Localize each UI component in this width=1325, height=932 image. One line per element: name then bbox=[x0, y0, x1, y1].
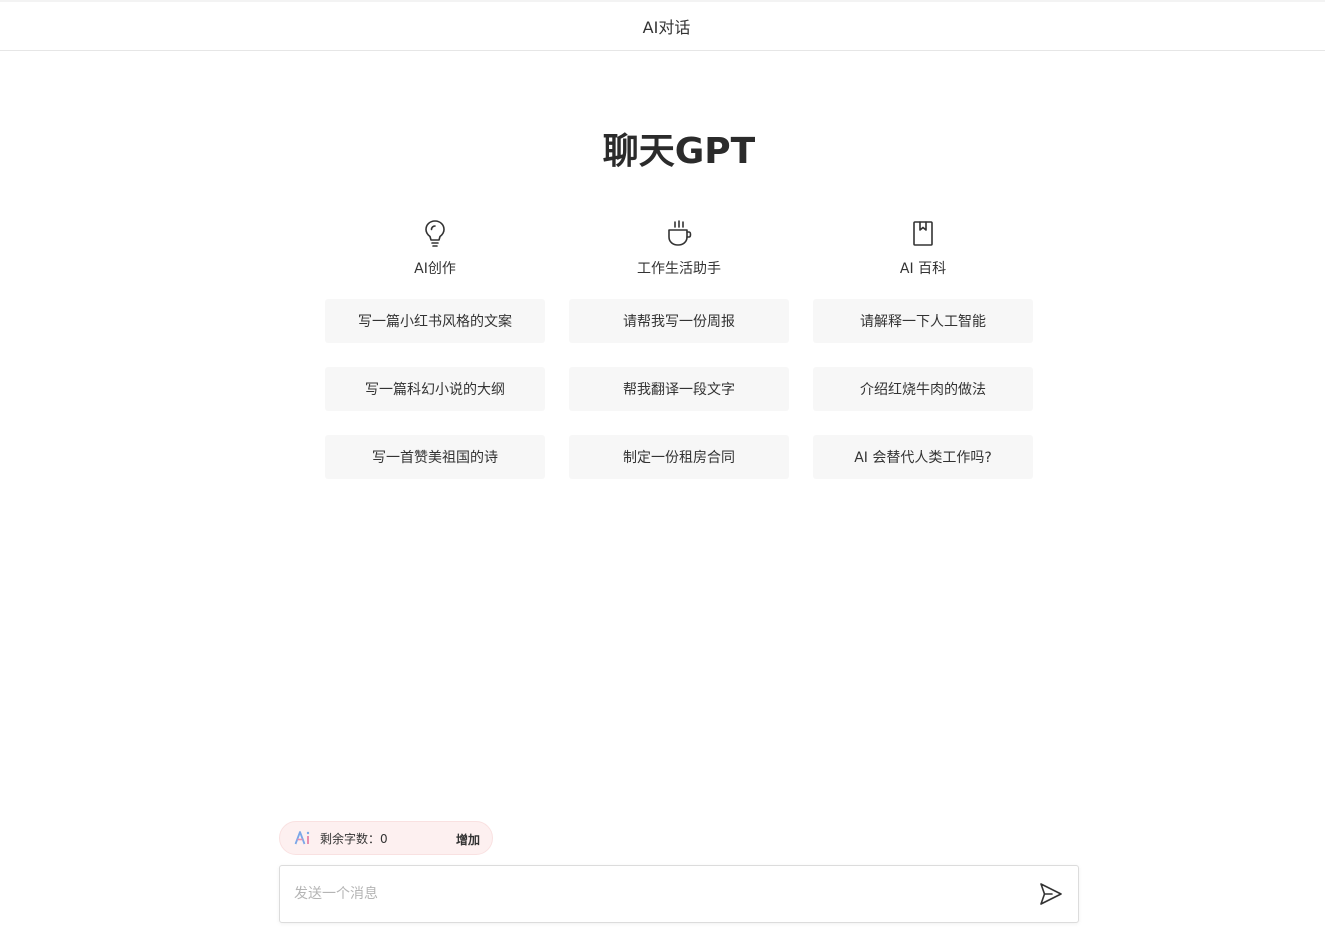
book-bookmark-icon bbox=[913, 221, 933, 246]
coffee-cup-icon bbox=[668, 220, 692, 246]
prompt-card[interactable]: 请帮我写一份周报 bbox=[569, 299, 789, 343]
ai-logo-icon bbox=[294, 831, 310, 845]
prompt-card[interactable]: 写一首赞美祖国的诗 bbox=[325, 435, 545, 479]
column-work-life-assistant: 工作生活助手 bbox=[569, 218, 789, 278]
prompt-card[interactable]: 写一篇科幻小说的大纲 bbox=[325, 367, 545, 411]
column-ai-encyclopedia: AI 百科 bbox=[813, 218, 1033, 278]
column-label: AI 百科 bbox=[899, 261, 947, 277]
add-quota-button[interactable]: 增加 bbox=[456, 831, 480, 848]
page-header-title: AI对话 bbox=[642, 18, 691, 37]
column-ai-creation: AI创作 bbox=[325, 218, 545, 278]
column-label: 工作生活助手 bbox=[637, 261, 721, 277]
message-composer bbox=[279, 865, 1079, 923]
word-quota-badge: 剩余字数：0 增加 bbox=[279, 821, 493, 855]
send-icon[interactable] bbox=[1038, 881, 1064, 907]
prompt-card[interactable]: 请解释一下人工智能 bbox=[813, 299, 1033, 343]
message-input[interactable] bbox=[294, 866, 1014, 922]
column-label: AI创作 bbox=[414, 261, 456, 277]
prompt-card[interactable]: 制定一份租房合同 bbox=[569, 435, 789, 479]
top-bar: AI对话 bbox=[0, 0, 1325, 51]
prompt-card[interactable]: AI 会替代人类工作吗? bbox=[813, 435, 1033, 479]
lightbulb-icon bbox=[425, 220, 445, 247]
prompt-card[interactable]: 帮我翻译一段文字 bbox=[569, 367, 789, 411]
word-quota-label: 剩余字数：0 bbox=[320, 831, 388, 846]
hero-title: 聊天GPT bbox=[602, 131, 756, 172]
prompt-card[interactable]: 写一篇小红书风格的文案 bbox=[325, 299, 545, 343]
prompt-card[interactable]: 介绍红烧牛肉的做法 bbox=[813, 367, 1033, 411]
